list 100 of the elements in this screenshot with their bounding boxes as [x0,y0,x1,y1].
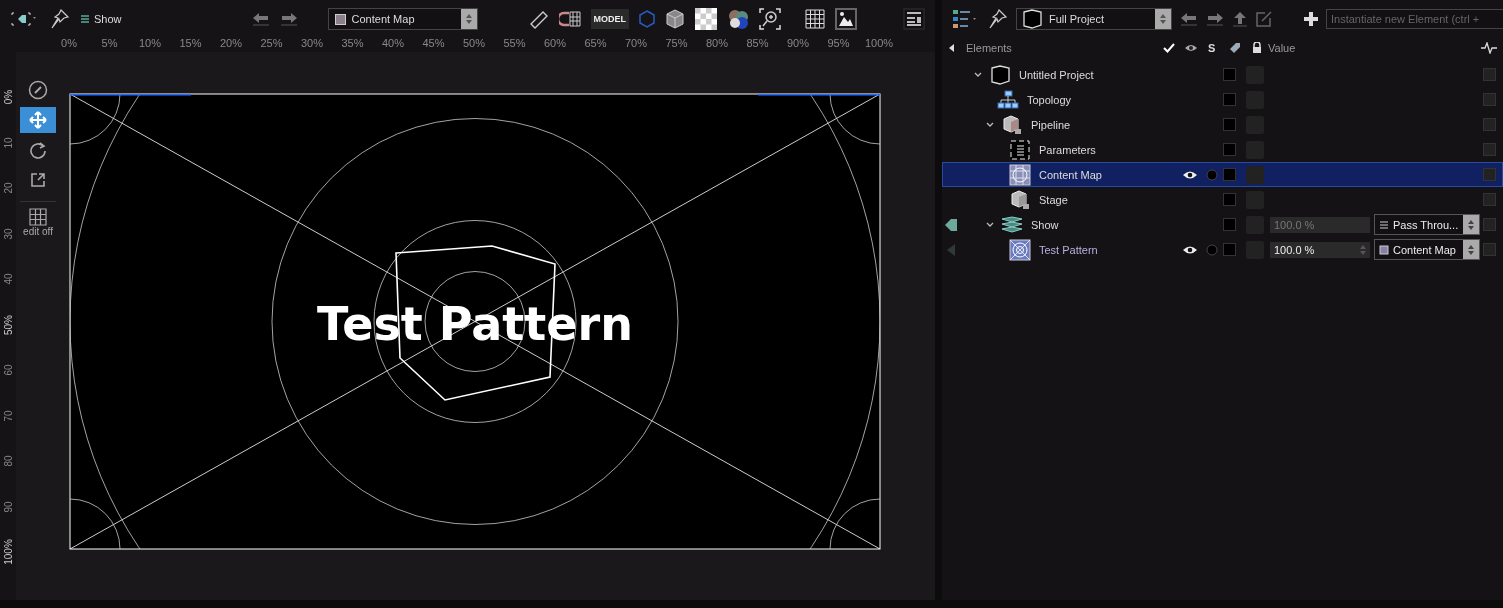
pin-icon[interactable] [988,8,1008,30]
tree-row[interactable]: Untitled Project [942,62,1503,87]
blend-mode-dropdown[interactable]: Content Map [1374,239,1480,260]
value-swatch [1246,165,1264,184]
ruler-label: 0% [2,89,14,105]
element-name: Content Map [1039,168,1102,181]
row-checkbox[interactable] [1483,243,1496,256]
updown-arrows-icon[interactable] [1467,243,1475,256]
hexagon-icon[interactable] [639,10,655,28]
updown-arrows-icon[interactable] [464,13,473,25]
element-name: Show [1031,218,1059,231]
zoom-icon[interactable] [759,8,781,30]
color-circles-icon[interactable] [727,8,749,30]
corner-arc [70,94,121,145]
model-button[interactable]: MODEL [590,9,629,29]
element-name: Pipeline [1031,118,1071,131]
tree-row[interactable]: Content Map [942,162,1503,187]
lock-checkbox[interactable] [1223,143,1236,156]
corner-arc [829,498,880,549]
check-icon [1163,43,1175,53]
lock-checkbox[interactable] [1223,118,1236,131]
row-checkbox[interactable] [1483,193,1496,206]
row-checkbox[interactable] [1483,143,1496,156]
tree-row[interactable]: Stage [942,187,1503,212]
grid-tool-button[interactable]: edit off [20,201,56,239]
ruler-label: 20% [220,37,242,49]
magnet-icon[interactable] [558,10,581,28]
ruler-label: 100% [2,539,14,565]
ruler-icon[interactable] [528,9,549,29]
move-tool-button[interactable] [20,107,56,133]
forward-arrow-icon[interactable] [1206,12,1224,26]
image-icon[interactable] [835,8,857,30]
row-checkbox[interactable] [1483,68,1496,81]
view-dropdown[interactable]: Content Map [327,8,478,30]
lock-checkbox[interactable] [1223,93,1236,106]
eye-icon[interactable] [1182,169,1198,180]
row-checkbox[interactable] [1483,168,1496,181]
ruler-label: 30% [301,37,323,49]
updown-arrows-icon[interactable] [1159,13,1167,25]
grid-map-icon [1009,163,1031,186]
lock-checkbox[interactable] [1223,193,1236,206]
solo-dot-icon[interactable] [1206,168,1218,181]
blend-mode-dropdown[interactable]: Pass Throu... [1374,214,1480,235]
opacity-field[interactable]: 100.0 % [1270,241,1370,258]
search-field[interactable]: Instantiate new Element (ctrl + [1326,9,1503,29]
network-icon [997,89,1019,110]
tree-row[interactable]: Pipeline [942,112,1503,137]
ruler-label: 80 [2,455,14,467]
grid-icon [29,208,47,226]
forward-arrow-icon[interactable] [279,12,298,26]
resize-icon [29,171,47,189]
grid-icon[interactable] [805,9,825,29]
compass-icon [28,80,48,100]
row-checkbox[interactable] [1483,118,1496,131]
eye-icon[interactable] [1182,244,1198,255]
layers-icon [80,14,90,24]
element-name: Untitled Project [1019,68,1094,81]
elements-heading: Elements [966,42,1012,54]
back-arrow-icon[interactable] [1180,12,1198,26]
edit-icon[interactable] [1256,11,1272,27]
row-checkbox[interactable] [1483,93,1496,106]
ruler-label: 30 [2,227,14,240]
ruler-label: 20 [2,182,14,194]
corner-arc [829,94,880,145]
ruler-label: 65% [584,37,607,49]
element-name: Stage [1039,193,1068,206]
lock-checkbox[interactable] [1223,68,1236,81]
lock-checkbox[interactable] [1223,218,1236,231]
ruler-label: 5% [101,37,118,49]
lines-icon [1379,219,1389,230]
checkerboard-icon[interactable] [695,8,717,30]
solo-dot-icon[interactable] [1206,243,1218,256]
row-checkbox[interactable] [1483,218,1496,231]
ruler-label: 10% [139,37,161,49]
tree-row[interactable]: Topology [942,87,1503,112]
cube-icon [1001,113,1023,136]
ruler-label: 90 [2,500,14,513]
ruler-label: 95% [827,37,850,49]
ruler-label: 75% [665,37,688,49]
lock-checkbox[interactable] [1223,243,1236,256]
lock-icon [1252,42,1262,54]
updown-arrows-icon[interactable] [1467,218,1475,231]
ruler-label: 10 [2,136,14,149]
lock-checkbox[interactable] [1223,168,1236,181]
tree-row[interactable]: Parameters [942,137,1503,162]
ruler-label: 60 [2,364,14,376]
layout-icon[interactable] [903,8,925,30]
scope-dropdown[interactable]: Full Project [1016,8,1172,30]
tree-row[interactable]: Test Pattern 100.0 % Content Map [942,237,1503,262]
ruler-label: 70% [625,37,647,49]
pin-icon[interactable] [50,8,70,30]
ruler-label: 15% [179,37,202,49]
plus-icon[interactable] [1304,12,1318,26]
ruler-label: 60% [544,37,566,49]
back-arrow-icon[interactable] [251,12,270,26]
cube-icon[interactable] [665,9,685,29]
up-arrow-icon[interactable] [1232,11,1248,27]
waveform-icon[interactable] [1481,42,1497,54]
ruler-label: 80% [706,37,728,49]
solo-heading: S [1208,42,1216,54]
